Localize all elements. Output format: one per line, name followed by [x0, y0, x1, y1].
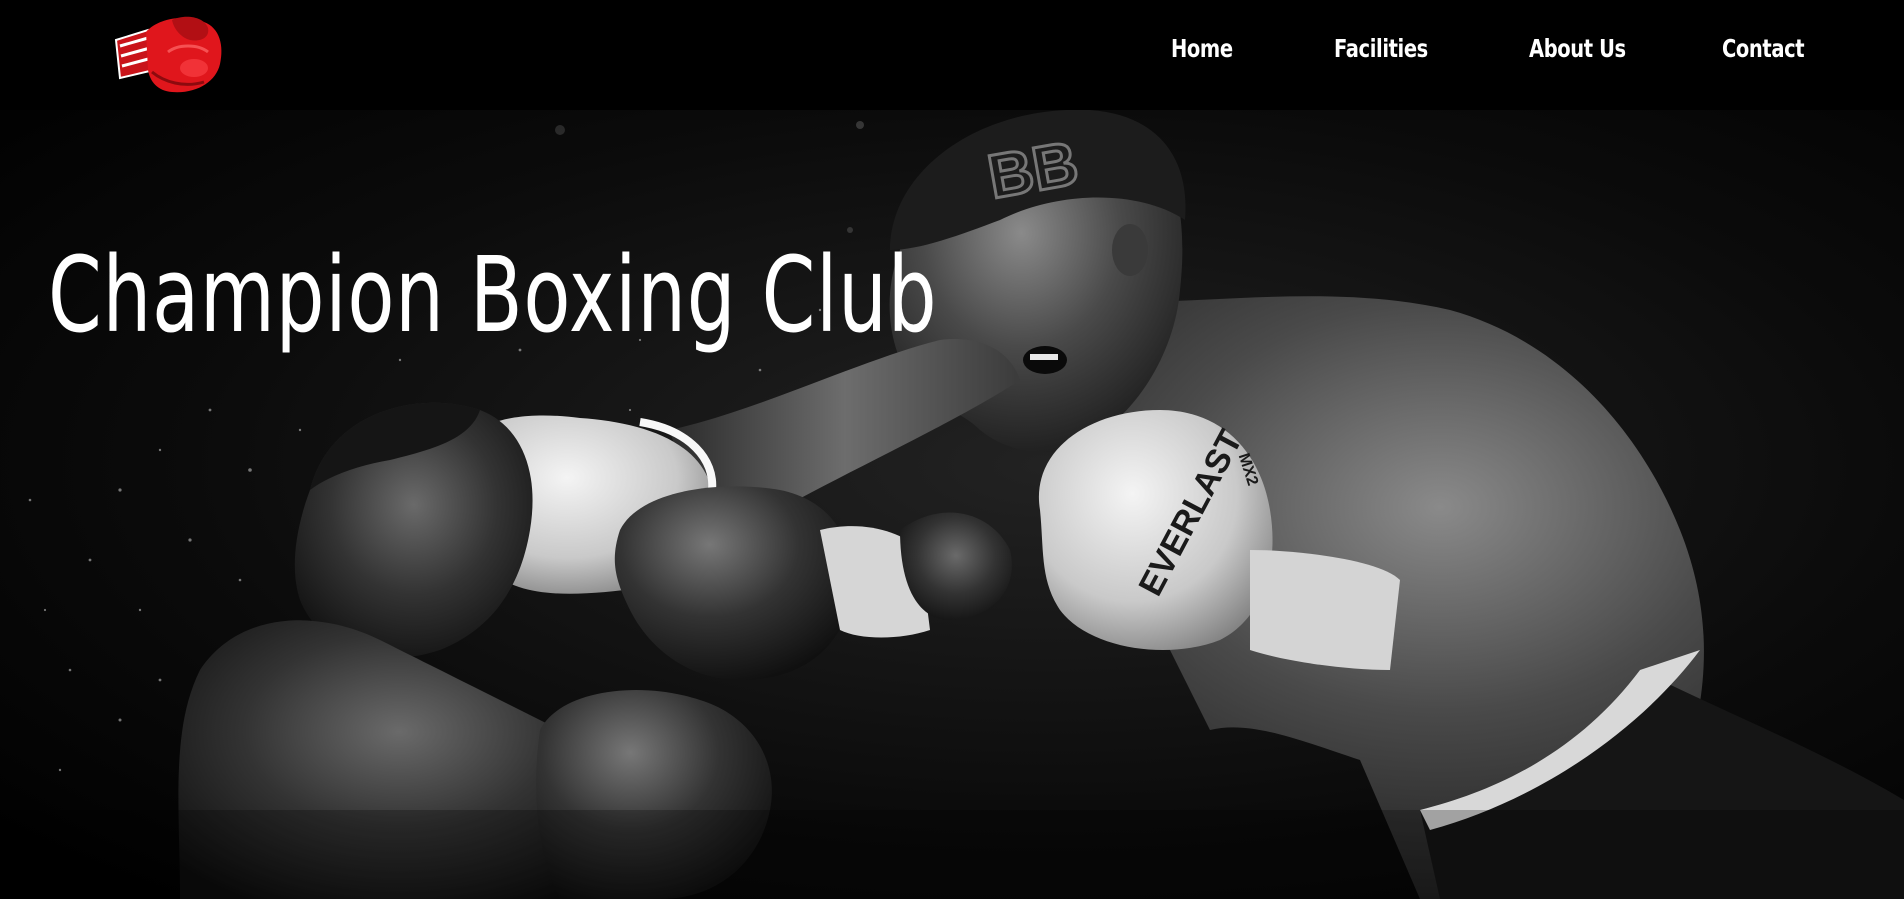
nav-about-us[interactable]: About Us: [1529, 34, 1626, 63]
nav-contact[interactable]: Contact: [1722, 34, 1805, 63]
site-header: Home Facilities About Us Contact: [0, 0, 1904, 110]
hero-image: BB EVERLAST MX2: [0, 110, 1904, 899]
main-nav: Home Facilities About Us Contact: [0, 0, 1904, 110]
nav-home[interactable]: Home: [1171, 34, 1233, 63]
nav-facilities[interactable]: Facilities: [1334, 34, 1428, 63]
page-title: Champion Boxing Club: [48, 233, 938, 356]
hero-section: BB EVERLAST MX2 Champion Boxing Club: [0, 110, 1904, 899]
